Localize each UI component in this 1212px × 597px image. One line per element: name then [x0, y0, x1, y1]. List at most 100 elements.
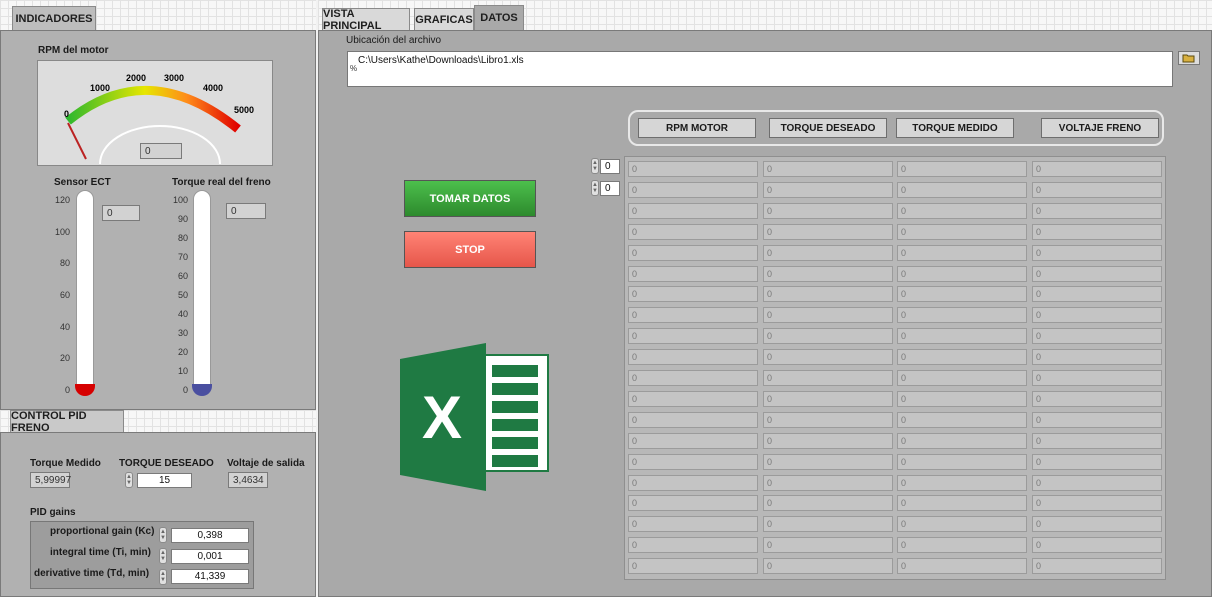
table-cell[interactable]: 0: [897, 265, 1027, 282]
table-cell[interactable]: 0: [628, 411, 758, 428]
table-cell[interactable]: 0: [763, 181, 893, 198]
table-cell[interactable]: 0: [1032, 286, 1162, 303]
tab-graficas[interactable]: GRAFICAS: [414, 8, 474, 30]
table-cell[interactable]: 0: [628, 432, 758, 449]
table-cell[interactable]: 0: [897, 161, 1027, 177]
table-cell[interactable]: 0: [897, 223, 1027, 240]
tab-datos[interactable]: DATOS: [474, 5, 524, 30]
table-cell[interactable]: 0: [1032, 516, 1162, 533]
table-cell[interactable]: 0: [897, 432, 1027, 449]
table-cell[interactable]: 0: [897, 453, 1027, 470]
table-cell[interactable]: 0: [897, 474, 1027, 491]
torque-deseado-stepper[interactable]: ▲ ▼: [125, 472, 133, 488]
table-cell[interactable]: 0: [763, 223, 893, 240]
table-cell[interactable]: 0: [763, 286, 893, 303]
table-cell[interactable]: 0: [1032, 161, 1162, 177]
row-index-stepper[interactable]: ▲ ▼: [591, 158, 599, 174]
table-cell[interactable]: 0: [1032, 432, 1162, 449]
table-cell[interactable]: 0: [628, 558, 758, 575]
table-cell[interactable]: 0: [897, 516, 1027, 533]
table-cell[interactable]: 0: [1032, 558, 1162, 575]
table-cell[interactable]: 0: [763, 495, 893, 512]
table-cell[interactable]: 0: [763, 161, 893, 177]
table-cell[interactable]: 0: [1032, 181, 1162, 198]
table-cell[interactable]: 0: [763, 558, 893, 575]
table-cell[interactable]: 0: [897, 349, 1027, 366]
table-cell[interactable]: 0: [897, 286, 1027, 303]
tomar-datos-button[interactable]: TOMAR DATOS: [404, 180, 536, 217]
table-cell[interactable]: 0: [628, 328, 758, 345]
table-cell[interactable]: 0: [1032, 328, 1162, 345]
table-cell[interactable]: 0: [763, 349, 893, 366]
table-cell[interactable]: 0: [628, 370, 758, 386]
table-cell[interactable]: 0: [628, 202, 758, 219]
file-path-control[interactable]: % C:\Users\Kathe\Downloads\Libro1.xls: [347, 51, 1173, 87]
table-cell[interactable]: 0: [763, 516, 893, 533]
table-cell[interactable]: 0: [628, 244, 758, 261]
table-cell[interactable]: 0: [897, 181, 1027, 198]
table-cell[interactable]: 0: [628, 161, 758, 177]
table-cell[interactable]: 0: [628, 516, 758, 533]
table-cell[interactable]: 0: [763, 453, 893, 470]
kc-stepper[interactable]: ▲ ▼: [159, 527, 167, 543]
td-stepper[interactable]: ▲ ▼: [159, 569, 167, 585]
browse-folder-button[interactable]: [1178, 51, 1200, 65]
sensor-ect-thermometer[interactable]: [75, 190, 95, 400]
row-index-input[interactable]: 0: [600, 159, 620, 174]
stop-button[interactable]: STOP: [404, 231, 536, 268]
table-cell[interactable]: 0: [897, 537, 1027, 554]
table-cell[interactable]: 0: [897, 558, 1027, 575]
ti-stepper[interactable]: ▲ ▼: [159, 548, 167, 564]
table-cell[interactable]: 0: [1032, 537, 1162, 554]
table-cell[interactable]: 0: [628, 307, 758, 324]
tab-indicadores[interactable]: INDICADORES: [12, 6, 96, 30]
table-cell[interactable]: 0: [628, 474, 758, 491]
table-cell[interactable]: 0: [1032, 244, 1162, 261]
table-cell[interactable]: 0: [763, 390, 893, 407]
table-cell[interactable]: 0: [897, 244, 1027, 261]
torque-real-thermometer[interactable]: [192, 190, 212, 400]
table-cell[interactable]: 0: [628, 265, 758, 282]
table-cell[interactable]: 0: [1032, 411, 1162, 428]
table-cell[interactable]: 0: [897, 202, 1027, 219]
table-cell[interactable]: 0: [1032, 349, 1162, 366]
table-cell[interactable]: 0: [1032, 370, 1162, 386]
table-cell[interactable]: 0: [763, 244, 893, 261]
col-index-stepper[interactable]: ▲ ▼: [591, 180, 599, 196]
table-cell[interactable]: 0: [763, 307, 893, 324]
table-cell[interactable]: 0: [897, 411, 1027, 428]
torque-deseado-input[interactable]: 15: [137, 473, 192, 488]
table-cell[interactable]: 0: [763, 202, 893, 219]
table-cell[interactable]: 0: [1032, 202, 1162, 219]
tab-control-pid[interactable]: CONTROL PID FRENO: [10, 410, 124, 434]
table-cell[interactable]: 0: [763, 411, 893, 428]
table-cell[interactable]: 0: [628, 286, 758, 303]
table-cell[interactable]: 0: [628, 495, 758, 512]
table-cell[interactable]: 0: [763, 370, 893, 386]
tab-vista-principal[interactable]: VISTA PRINCIPAL: [322, 8, 410, 32]
table-cell[interactable]: 0: [628, 390, 758, 407]
table-cell[interactable]: 0: [1032, 307, 1162, 324]
table-cell[interactable]: 0: [763, 537, 893, 554]
table-cell[interactable]: 0: [897, 495, 1027, 512]
table-cell[interactable]: 0: [628, 181, 758, 198]
table-cell[interactable]: 0: [763, 328, 893, 345]
table-cell[interactable]: 0: [1032, 390, 1162, 407]
table-cell[interactable]: 0: [1032, 265, 1162, 282]
table-cell[interactable]: 0: [628, 453, 758, 470]
ti-input[interactable]: 0,001: [171, 549, 249, 564]
table-cell[interactable]: 0: [628, 537, 758, 554]
table-cell[interactable]: 0: [1032, 453, 1162, 470]
table-cell[interactable]: 0: [1032, 495, 1162, 512]
col-index-input[interactable]: 0: [600, 181, 620, 196]
table-cell[interactable]: 0: [763, 474, 893, 491]
table-cell[interactable]: 0: [628, 223, 758, 240]
table-cell[interactable]: 0: [628, 349, 758, 366]
table-cell[interactable]: 0: [763, 265, 893, 282]
kc-input[interactable]: 0,398: [171, 528, 249, 543]
table-cell[interactable]: 0: [897, 370, 1027, 386]
table-cell[interactable]: 0: [897, 328, 1027, 345]
table-cell[interactable]: 0: [763, 432, 893, 449]
table-cell[interactable]: 0: [897, 390, 1027, 407]
table-cell[interactable]: 0: [1032, 223, 1162, 240]
